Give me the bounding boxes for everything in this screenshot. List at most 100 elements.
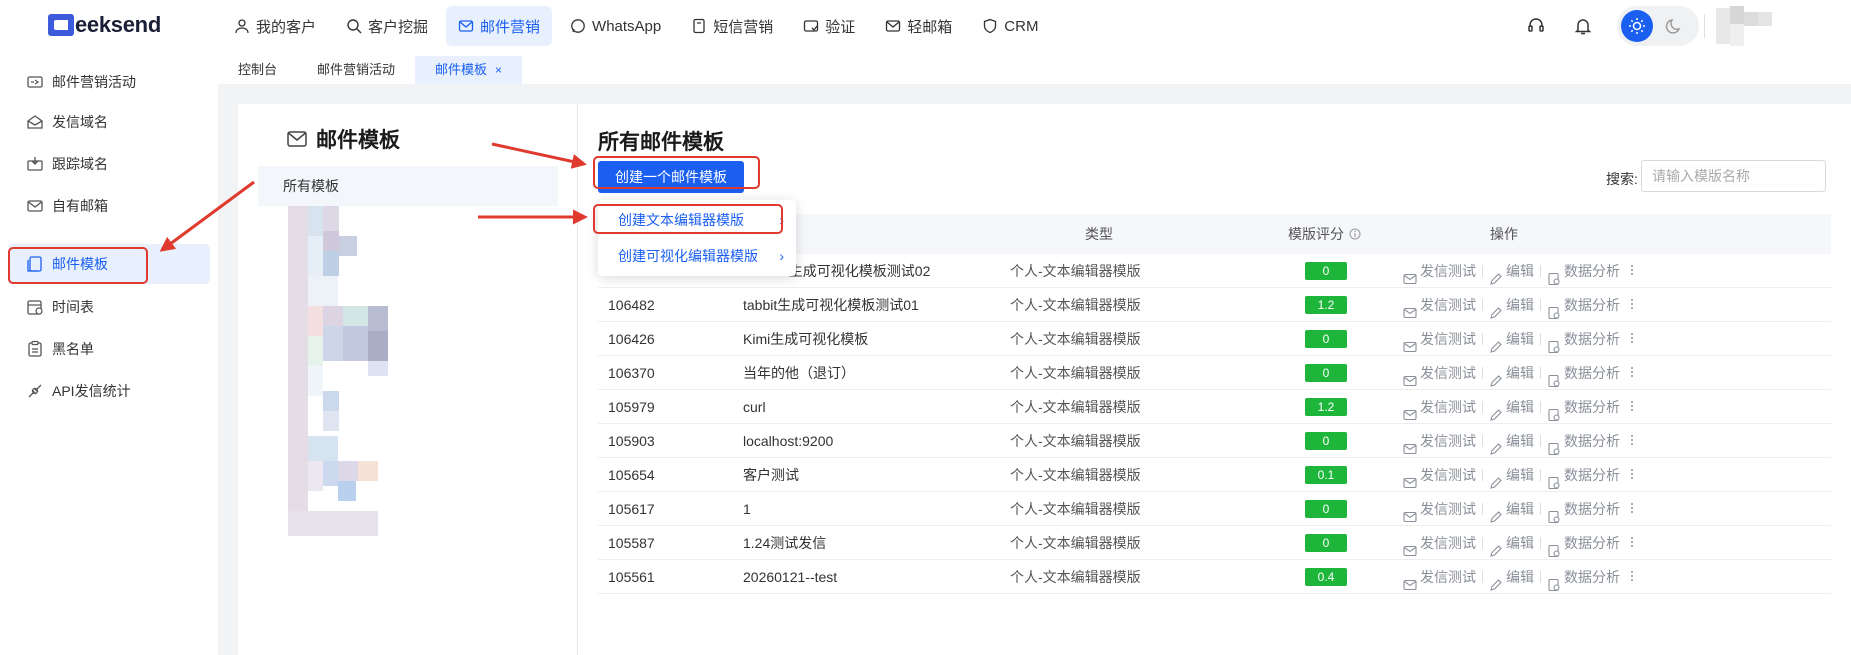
sidebar-item-sending-domain[interactable]: 发信域名: [8, 102, 210, 142]
template-name[interactable]: bit生成可视化模板测试02: [774, 254, 930, 288]
more-icon[interactable]: [1630, 492, 1634, 526]
create-visual-editor-template-option[interactable]: 创建可视化编辑器模版 ›: [598, 238, 796, 274]
sidebar-item-own-mailbox[interactable]: 自有邮箱: [8, 186, 210, 226]
mail-icon: [1403, 264, 1417, 285]
more-icon[interactable]: [1630, 560, 1634, 594]
more-icon[interactable]: [1630, 254, 1634, 288]
analytics-action[interactable]: 数据分析: [1547, 424, 1620, 458]
sun-icon[interactable]: [1621, 10, 1653, 42]
send-test-action[interactable]: 发信测试: [1403, 322, 1476, 356]
more-icon[interactable]: [1630, 526, 1634, 560]
analytics-action[interactable]: 数据分析: [1547, 390, 1620, 424]
edit-action[interactable]: 编辑: [1489, 254, 1534, 288]
analytics-action[interactable]: 数据分析: [1547, 254, 1620, 288]
edit-action[interactable]: 编辑: [1489, 492, 1534, 526]
send-test-action[interactable]: 发信测试: [1403, 288, 1476, 322]
table-row: 105979 curl 个人-文本编辑器模版 1.2 发信测试 编辑 数据分析: [598, 390, 1831, 424]
row-actions: 发信测试 编辑 数据分析: [1403, 424, 1634, 458]
edit-action[interactable]: 编辑: [1489, 424, 1534, 458]
template-name[interactable]: 20260121--test: [743, 560, 837, 594]
edit-action[interactable]: 编辑: [1489, 322, 1534, 356]
more-icon[interactable]: [1630, 458, 1634, 492]
folder-all-templates[interactable]: 所有模板: [258, 166, 558, 206]
avatar[interactable]: [1716, 6, 1786, 46]
template-name[interactable]: localhost:9200: [743, 424, 833, 458]
action-separator: [1540, 503, 1541, 515]
send-test-action[interactable]: 发信测试: [1403, 560, 1476, 594]
edit-action[interactable]: 编辑: [1489, 560, 1534, 594]
analytics-action[interactable]: 数据分析: [1547, 526, 1620, 560]
more-icon[interactable]: [1630, 288, 1634, 322]
score-badge: 0: [1305, 364, 1347, 382]
action-separator: [1482, 333, 1483, 345]
headset-icon[interactable]: [1526, 16, 1546, 36]
template-name[interactable]: 当年的他（退订）: [743, 356, 855, 390]
template-name[interactable]: tabbit生成可视化模板测试01: [743, 288, 919, 322]
template-name[interactable]: Kimi生成可视化模板: [743, 322, 868, 356]
moon-icon[interactable]: [1665, 16, 1685, 36]
send-test-action[interactable]: 发信测试: [1403, 526, 1476, 560]
analytics-action[interactable]: 数据分析: [1547, 492, 1620, 526]
analytics-action[interactable]: 数据分析: [1547, 356, 1620, 390]
nav-customer-mining[interactable]: 客户挖掘: [334, 6, 440, 46]
sidebar-item-blacklist[interactable]: 黑名单: [8, 329, 210, 369]
nav-whatsapp[interactable]: WhatsApp: [558, 6, 673, 46]
nav-verify[interactable]: 验证: [791, 6, 867, 46]
nav-crm[interactable]: CRM: [970, 6, 1050, 46]
send-test-action[interactable]: 发信测试: [1403, 254, 1476, 288]
action-separator: [1482, 265, 1483, 277]
templates-main: 所有邮件模板 创建一个邮件模板 搜索: 类型 模版评分 操作 bit生成可视化模…: [578, 104, 1851, 655]
nav-sms-marketing[interactable]: 短信营销: [679, 6, 785, 46]
sidebar-item-label: 发信域名: [52, 114, 108, 130]
nav-email-marketing[interactable]: 邮件营销: [446, 6, 553, 46]
more-icon[interactable]: [1630, 424, 1634, 458]
action-separator: [1540, 571, 1541, 583]
nav-my-customers[interactable]: 我的客户: [222, 6, 328, 46]
send-test-action[interactable]: 发信测试: [1403, 390, 1476, 424]
template-name[interactable]: 1: [743, 492, 751, 526]
sidebar-item-schedule[interactable]: 时间表: [8, 287, 210, 327]
edit-action[interactable]: 编辑: [1489, 526, 1534, 560]
brand-logo[interactable]: eeksend: [48, 12, 161, 38]
tab-dashboard[interactable]: 控制台: [218, 56, 298, 84]
close-icon[interactable]: ×: [495, 56, 502, 84]
action-separator: [1540, 367, 1541, 379]
bell-icon[interactable]: [1573, 16, 1593, 36]
info-icon[interactable]: [1349, 228, 1361, 240]
template-name[interactable]: 客户测试: [743, 458, 799, 492]
more-icon[interactable]: [1630, 356, 1634, 390]
action-separator: [1540, 299, 1541, 311]
sidebar-item-email-campaigns[interactable]: 邮件营销活动: [8, 62, 210, 102]
analytics-action[interactable]: 数据分析: [1547, 288, 1620, 322]
tab-email-campaigns[interactable]: 邮件营销活动: [297, 56, 416, 84]
sidebar-item-api-stats[interactable]: API发信统计: [8, 371, 210, 411]
more-icon[interactable]: [1630, 322, 1634, 356]
more-icon[interactable]: [1630, 390, 1634, 424]
send-test-action[interactable]: 发信测试: [1403, 458, 1476, 492]
tab-email-templates[interactable]: 邮件模板 ×: [415, 56, 523, 84]
blurred-folder-list: [288, 206, 408, 536]
nav-light-mailbox[interactable]: 轻邮箱: [873, 6, 964, 46]
sidebar-item-tracking-domain[interactable]: 跟踪域名: [8, 144, 210, 184]
edit-action[interactable]: 编辑: [1489, 288, 1534, 322]
nav-label: 短信营销: [713, 18, 774, 36]
pencil-icon: [1489, 502, 1503, 523]
edit-action[interactable]: 编辑: [1489, 458, 1534, 492]
nav-label: 我的客户: [256, 18, 317, 36]
template-name[interactable]: 1.24测试发信: [743, 526, 826, 560]
send-test-action[interactable]: 发信测试: [1403, 424, 1476, 458]
edit-action[interactable]: 编辑: [1489, 390, 1534, 424]
analytics-action[interactable]: 数据分析: [1547, 322, 1620, 356]
score-badge: 1.2: [1305, 398, 1347, 416]
theme-toggle[interactable]: [1617, 6, 1699, 46]
template-id: 106370: [608, 365, 655, 381]
send-test-action[interactable]: 发信测试: [1403, 492, 1476, 526]
edit-action[interactable]: 编辑: [1489, 356, 1534, 390]
column-header-score-label: 模版评分: [1288, 226, 1344, 242]
send-test-action[interactable]: 发信测试: [1403, 356, 1476, 390]
row-actions: 发信测试 编辑 数据分析: [1403, 458, 1634, 492]
analytics-action[interactable]: 数据分析: [1547, 560, 1620, 594]
analytics-action[interactable]: 数据分析: [1547, 458, 1620, 492]
template-name[interactable]: curl: [743, 390, 766, 424]
search-input[interactable]: [1641, 160, 1826, 192]
